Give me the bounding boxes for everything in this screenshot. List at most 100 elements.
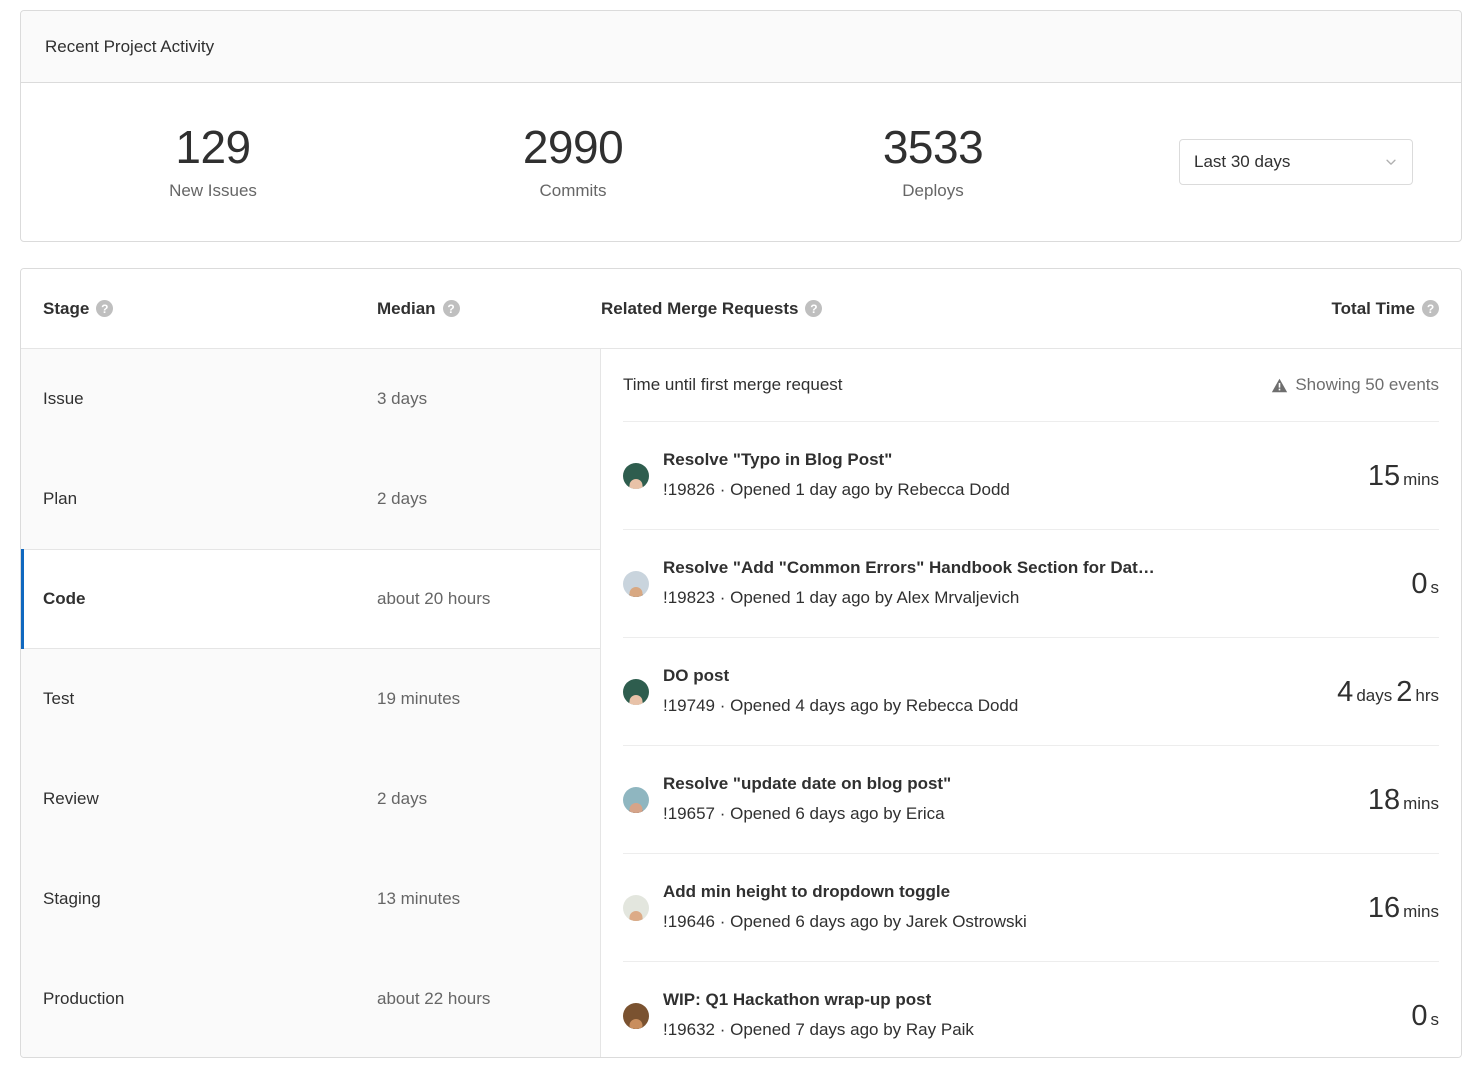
total-time-value-secondary: 2 [1396, 676, 1412, 708]
avatar [623, 679, 649, 705]
avatar [623, 1003, 649, 1029]
merge-request-row[interactable]: WIP: Q1 Hackathon wrap-up post !19632 · … [623, 961, 1439, 1058]
merge-request-title[interactable]: Resolve "Typo in Blog Post" [663, 450, 892, 469]
date-range-wrapper: Last 30 days [1179, 139, 1413, 185]
merge-request-title[interactable]: Add min height to dropdown toggle [663, 882, 950, 901]
merge-request-info: Add min height to dropdown toggle !19646… [663, 879, 1368, 936]
activity-card-header: Recent Project Activity [21, 11, 1461, 83]
stat-new-issues-value: 129 [33, 120, 393, 174]
merge-request-row[interactable]: Resolve "Add "Common Errors" Handbook Se… [623, 529, 1439, 637]
question-circle-icon-stage[interactable]: ? [96, 300, 113, 317]
column-header-total-time-label: Total Time [1332, 299, 1415, 319]
stage-row-test[interactable]: Test 19 minutes [21, 649, 600, 749]
total-time-unit: mins [1403, 470, 1439, 489]
total-time-value: 16 [1368, 892, 1400, 924]
merge-request-meta: !19657 · Opened 6 days ago by Erica [663, 800, 1352, 828]
merge-request-info: Resolve "Add "Common Errors" Handbook Se… [663, 555, 1411, 612]
stage-row-review[interactable]: Review 2 days [21, 749, 600, 849]
merge-request-meta: !19823 · Opened 1 day ago by Alex Mrvalj… [663, 584, 1395, 612]
merge-request-meta: !19749 · Opened 4 days ago by Rebecca Do… [663, 692, 1321, 720]
question-circle-icon-merge-requests[interactable]: ? [805, 300, 822, 317]
total-time-unit: s [1431, 1010, 1440, 1029]
stage-median-issue: 3 days [377, 389, 427, 409]
total-time-value: 4 [1337, 676, 1353, 708]
date-range-selected-value: Last 30 days [1194, 152, 1290, 172]
total-time-unit: mins [1403, 902, 1439, 921]
stage-row-staging[interactable]: Staging 13 minutes [21, 849, 600, 949]
total-time-value: 15 [1368, 460, 1400, 492]
stage-name-plan: Plan [21, 489, 377, 509]
column-header-related-merge-requests: Related Merge Requests ? [579, 299, 1332, 319]
stage-name-issue: Issue [21, 389, 377, 409]
total-time-unit: mins [1403, 794, 1439, 813]
stage-median-review: 2 days [377, 789, 427, 809]
stage-name-review: Review [21, 789, 377, 809]
total-time-value: 0 [1411, 568, 1427, 600]
merge-request-meta: !19632 · Opened 7 days ago by Ray Paik [663, 1016, 1395, 1044]
question-circle-icon-total-time[interactable]: ? [1422, 300, 1439, 317]
date-range-dropdown[interactable]: Last 30 days [1179, 139, 1413, 185]
events-notice-label: Showing 50 events [1295, 375, 1439, 395]
merge-request-title[interactable]: WIP: Q1 Hackathon wrap-up post [663, 990, 931, 1009]
events-notice: Showing 50 events [1271, 375, 1439, 395]
total-time-unit: days [1356, 686, 1392, 705]
stage-median-code: about 20 hours [377, 589, 490, 609]
stage-row-production[interactable]: Production about 22 hours [21, 949, 600, 1049]
merge-request-title[interactable]: Resolve "Add "Common Errors" Handbook Se… [663, 558, 1155, 577]
column-header-total-time: Total Time ? [1332, 299, 1461, 319]
total-time-value: 18 [1368, 784, 1400, 816]
merge-request-row[interactable]: Resolve "Typo in Blog Post" !19826 · Ope… [623, 421, 1439, 529]
column-header-stage-label: Stage [43, 299, 89, 319]
stat-new-issues-label: New Issues [33, 178, 393, 204]
activity-card-title: Recent Project Activity [45, 37, 214, 57]
merge-request-meta: !19646 · Opened 6 days ago by Jarek Ostr… [663, 908, 1352, 936]
merge-request-row[interactable]: Add min height to dropdown toggle !19646… [623, 853, 1439, 961]
activity-stats-row: 129 New Issues 2990 Commits 3533 Deploys… [21, 83, 1461, 241]
stage-row-code[interactable]: Code about 20 hours [21, 549, 600, 649]
chevron-down-icon [1384, 155, 1398, 169]
merge-request-meta: !19826 · Opened 1 day ago by Rebecca Dod… [663, 476, 1352, 504]
warning-triangle-icon [1271, 377, 1288, 394]
stage-row-issue[interactable]: Issue 3 days [21, 349, 600, 449]
stage-row-plan[interactable]: Plan 2 days [21, 449, 600, 549]
merge-request-total-time: 0s [1411, 1000, 1439, 1032]
value-stream-analytics-card: Stage ? Median ? Related Merge Requests … [20, 268, 1462, 1058]
stat-deploys-value: 3533 [753, 120, 1113, 174]
merge-request-panel-header: Time until first merge request Showing 5… [623, 349, 1439, 421]
column-header-related-merge-requests-label: Related Merge Requests [601, 299, 798, 319]
merge-request-row[interactable]: DO post !19749 · Opened 4 days ago by Re… [623, 637, 1439, 745]
column-header-median: Median ? [377, 299, 579, 319]
merge-request-info: DO post !19749 · Opened 4 days ago by Re… [663, 663, 1337, 720]
stat-commits-label: Commits [393, 178, 753, 204]
avatar [623, 463, 649, 489]
stage-description: Time until first merge request [623, 375, 843, 395]
merge-request-total-time: 4days2hrs [1337, 676, 1439, 708]
stage-median-production: about 22 hours [377, 989, 490, 1009]
total-time-value: 0 [1411, 1000, 1427, 1032]
total-time-unit: s [1431, 578, 1440, 597]
merge-request-info: Resolve "update date on blog post" !1965… [663, 771, 1368, 828]
merge-request-title[interactable]: DO post [663, 666, 729, 685]
merge-request-total-time: 18mins [1368, 784, 1439, 816]
merge-request-total-time: 15mins [1368, 460, 1439, 492]
stat-new-issues: 129 New Issues [33, 120, 393, 204]
column-header-stage: Stage ? [21, 299, 377, 319]
merge-request-total-time: 0s [1411, 568, 1439, 600]
stage-median-plan: 2 days [377, 489, 427, 509]
stage-list: Issue 3 days Plan 2 days Code about 20 h… [21, 349, 601, 1058]
avatar [623, 571, 649, 597]
stage-median-staging: 13 minutes [377, 889, 460, 909]
question-circle-icon-median[interactable]: ? [443, 300, 460, 317]
stage-name-code: Code [21, 589, 377, 609]
stat-deploys: 3533 Deploys [753, 120, 1113, 204]
merge-request-total-time: 16mins [1368, 892, 1439, 924]
stat-deploys-label: Deploys [753, 178, 1113, 204]
stage-name-staging: Staging [21, 889, 377, 909]
vsa-table-header: Stage ? Median ? Related Merge Requests … [21, 269, 1461, 349]
merge-request-row[interactable]: Resolve "update date on blog post" !1965… [623, 745, 1439, 853]
stage-name-test: Test [21, 689, 377, 709]
total-time-unit-secondary: hrs [1415, 686, 1439, 705]
avatar [623, 787, 649, 813]
column-header-median-label: Median [377, 299, 436, 319]
merge-request-title[interactable]: Resolve "update date on blog post" [663, 774, 951, 793]
